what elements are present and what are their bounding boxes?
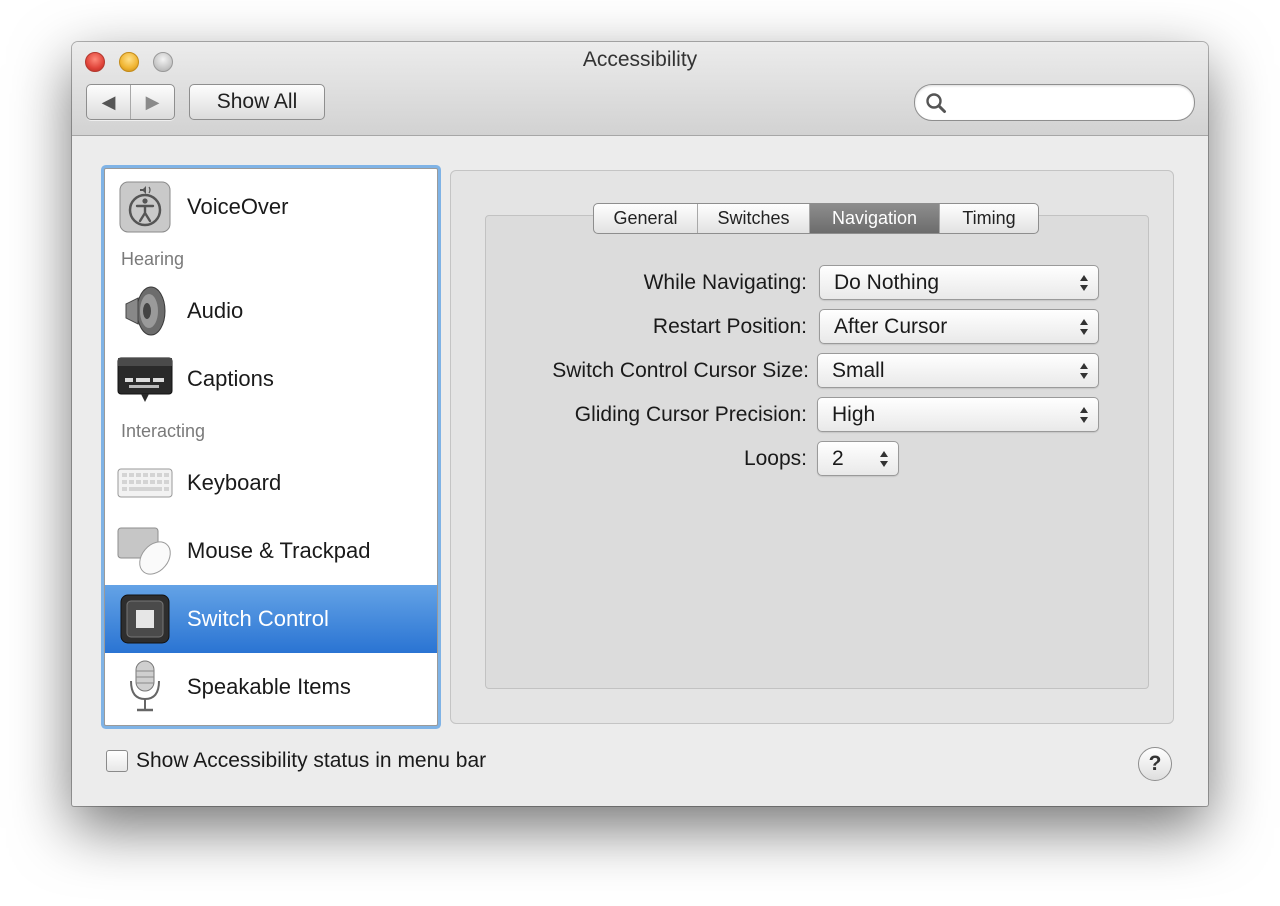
- restart-position-popup[interactable]: After Cursor: [819, 309, 1099, 344]
- sidebar-item-label: Audio: [187, 298, 244, 323]
- tab-general[interactable]: General: [594, 204, 698, 233]
- updown-arrows-icon: [1080, 407, 1088, 423]
- tab-navigation[interactable]: Navigation: [810, 204, 940, 233]
- preferences-window: Accessibility ◀ ▶ Show All VoiceOver Hea…: [72, 42, 1208, 806]
- popup-value: Small: [832, 359, 885, 382]
- while-navigating-popup[interactable]: Do Nothing: [819, 265, 1099, 300]
- updown-arrows-icon: [1080, 363, 1088, 379]
- tab-bar: General Switches Navigation Timing: [593, 203, 1039, 234]
- sidebar-item-voiceover[interactable]: VoiceOver: [105, 173, 437, 241]
- status-menu-checkbox[interactable]: [106, 750, 128, 772]
- popup-value: After Cursor: [834, 315, 948, 338]
- speaker-icon: [117, 283, 173, 339]
- updown-arrows-icon: [1080, 319, 1088, 335]
- back-button[interactable]: ◀: [87, 85, 131, 119]
- keyboard-icon: [117, 455, 173, 511]
- updown-arrows-icon: [880, 451, 888, 467]
- restart-position-label: Restart Position:: [652, 315, 807, 338]
- search-field[interactable]: [914, 84, 1195, 121]
- cursor-size-label: Switch Control Cursor Size:: [552, 359, 809, 382]
- sidebar-item-label: VoiceOver: [187, 194, 289, 219]
- sidebar-item-keyboard[interactable]: Keyboard: [105, 449, 437, 517]
- settings-panel: General Switches Navigation Timing While…: [450, 170, 1174, 724]
- sidebar-item-captions[interactable]: Captions: [105, 345, 437, 413]
- help-button[interactable]: ?: [1138, 747, 1172, 781]
- mouse-trackpad-icon: [117, 523, 173, 579]
- restart-position-row: Restart Position:: [451, 309, 807, 343]
- while-navigating-label: While Navigating:: [643, 271, 807, 294]
- popup-value: High: [832, 403, 876, 426]
- back-forward-control: ◀ ▶: [86, 84, 175, 120]
- gliding-precision-row: Gliding Cursor Precision:: [451, 397, 807, 431]
- gliding-precision-popup[interactable]: High: [817, 397, 1099, 432]
- help-icon: ?: [1148, 752, 1162, 775]
- updown-arrows-icon: [1080, 275, 1088, 291]
- sidebar-header-hearing: Hearing: [121, 249, 185, 269]
- show-all-button[interactable]: Show All: [189, 84, 325, 120]
- sidebar-item-mouse-trackpad[interactable]: Mouse & Trackpad: [105, 517, 437, 585]
- status-menu-checkbox-label[interactable]: Show Accessibility status in menu bar: [136, 749, 486, 773]
- tab-switches[interactable]: Switches: [698, 204, 810, 233]
- sidebar-item-label: Speakable Items: [187, 674, 351, 699]
- titlebar: Accessibility ◀ ▶ Show All: [72, 42, 1208, 136]
- sidebar-header-interacting: Interacting: [121, 421, 206, 441]
- microphone-icon: [117, 659, 173, 715]
- loops-popup[interactable]: 2: [817, 441, 899, 476]
- cursor-size-popup[interactable]: Small: [817, 353, 1099, 388]
- sidebar-item-audio[interactable]: Audio: [105, 277, 437, 345]
- sidebar-item-label: Captions: [187, 366, 274, 391]
- gliding-precision-label: Gliding Cursor Precision:: [574, 403, 807, 426]
- switch-control-icon: [117, 591, 173, 647]
- sidebar-item-label: Mouse & Trackpad: [187, 538, 371, 563]
- loops-row: Loops:: [451, 441, 807, 475]
- back-arrow-icon: ◀: [101, 91, 116, 112]
- sidebar-item-label: Keyboard: [187, 470, 282, 495]
- sidebar-item-switch-control[interactable]: Switch Control: [105, 585, 437, 653]
- captions-icon: [117, 351, 173, 407]
- category-list: VoiceOver Hearing Audio Captions Interac…: [104, 168, 438, 726]
- forward-button[interactable]: ▶: [131, 85, 174, 119]
- tab-timing[interactable]: Timing: [940, 204, 1038, 233]
- voiceover-icon: [117, 179, 173, 235]
- window-title: Accessibility: [582, 48, 698, 71]
- search-icon: [926, 93, 946, 113]
- popup-value: Do Nothing: [834, 271, 940, 294]
- cursor-size-row: Switch Control Cursor Size:: [451, 353, 809, 387]
- popup-value: 2: [832, 447, 844, 470]
- search-input[interactable]: [953, 90, 1183, 116]
- sidebar-item-speakable-items[interactable]: Speakable Items: [105, 653, 437, 721]
- loops-label: Loops:: [743, 447, 807, 470]
- while-navigating-row: While Navigating:: [451, 265, 807, 299]
- forward-arrow-icon: ▶: [145, 91, 160, 112]
- sidebar-item-label: Switch Control: [187, 606, 329, 631]
